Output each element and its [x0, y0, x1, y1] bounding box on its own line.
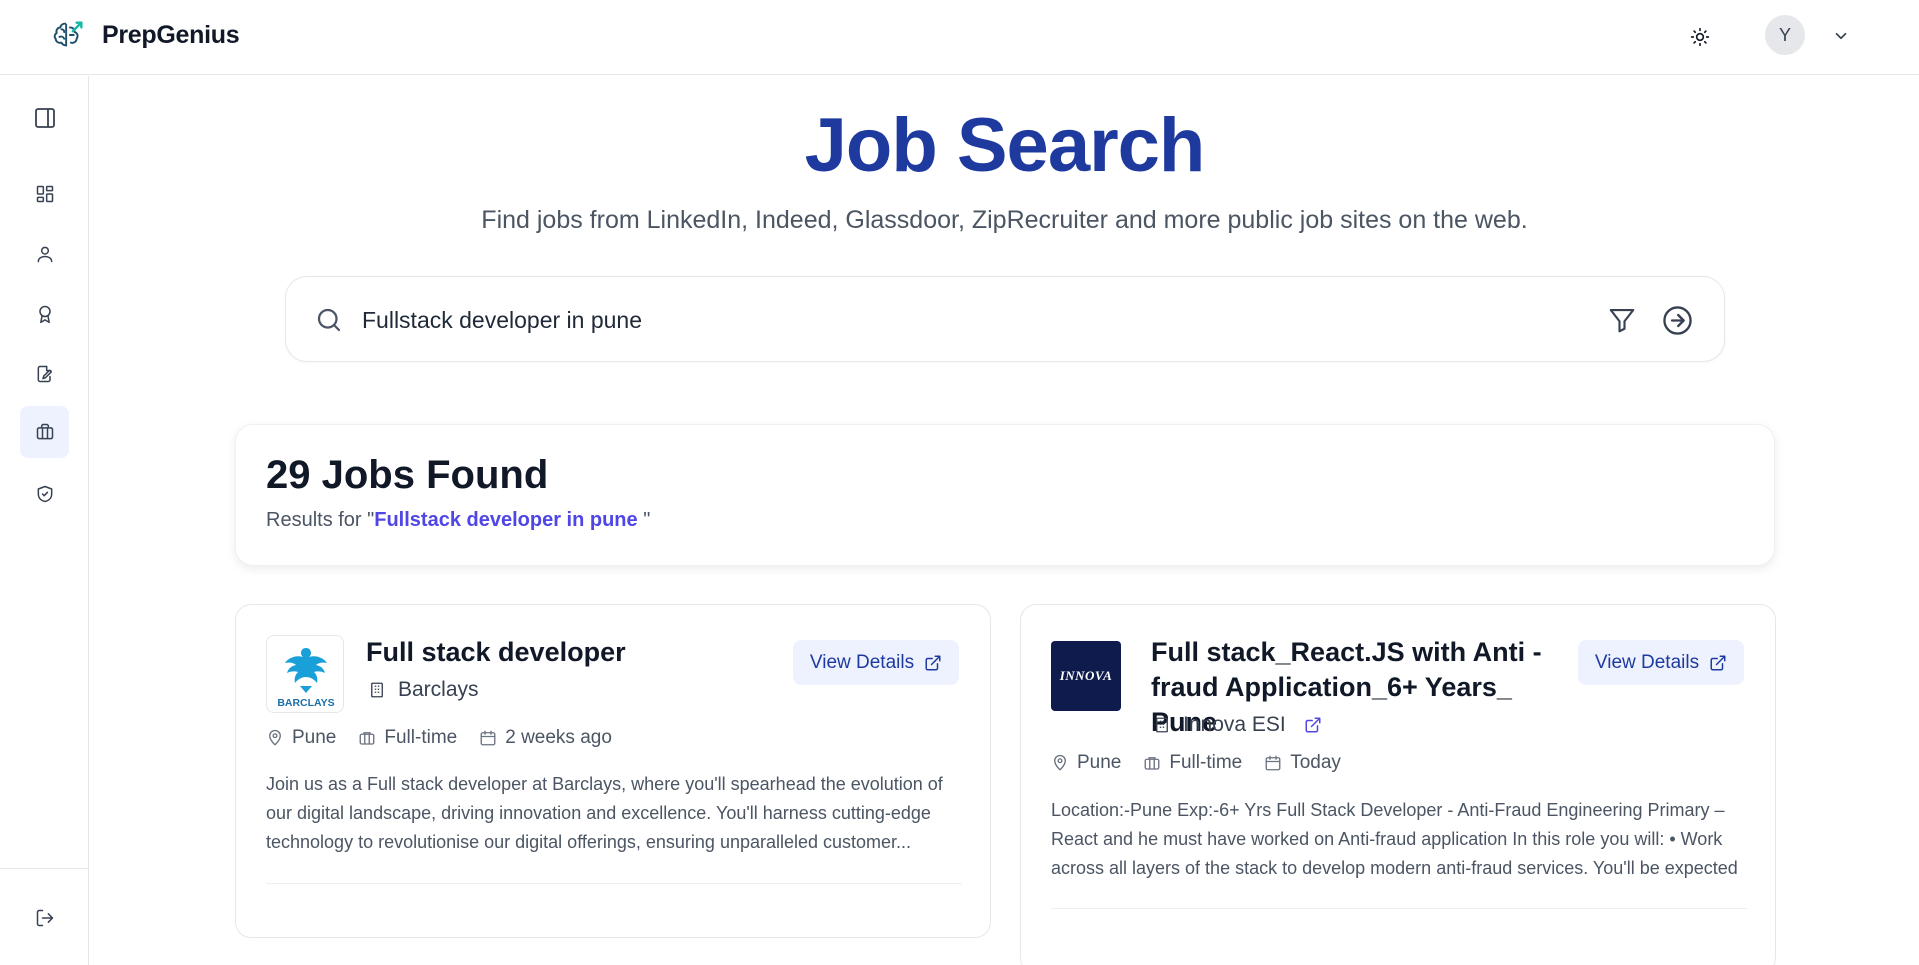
panel-left-icon	[34, 108, 55, 128]
logout-icon	[36, 909, 53, 927]
job-location-text: Pune	[292, 727, 337, 748]
sidebar	[0, 76, 89, 965]
shield-check-icon	[37, 485, 52, 503]
search-input[interactable]	[362, 299, 1562, 341]
view-details-label: View Details	[1594, 651, 1700, 673]
main-content: Job Search Find jobs from LinkedIn, Inde…	[90, 76, 1919, 965]
map-pin-icon	[1054, 754, 1066, 771]
search-icon	[317, 308, 341, 332]
search-bar	[285, 276, 1725, 362]
sidebar-item-dashboard[interactable]	[20, 168, 69, 220]
sidebar-divider	[0, 868, 89, 869]
results-count: 29 Jobs Found	[266, 453, 549, 497]
sidebar-item-profile[interactable]	[20, 228, 69, 280]
external-link-icon	[1710, 655, 1726, 670]
job-meta: Pune Full-time 2 weeks ago	[266, 727, 634, 749]
brand[interactable]: PrepGenius	[50, 16, 240, 54]
results-query-text: Results for "Fullstack developer in pune…	[266, 509, 650, 532]
eagle-logo-icon: BARCLAYS	[277, 648, 335, 709]
job-posted-text: Today	[1290, 752, 1341, 773]
chevron-down-icon	[1835, 32, 1847, 40]
sidebar-toggle-button[interactable]	[20, 92, 69, 144]
user-avatar[interactable]: Y	[1765, 15, 1805, 55]
job-location-text: Pune	[1077, 752, 1122, 773]
company-logo: INNOVA	[1051, 641, 1121, 711]
briefcase-icon	[36, 423, 53, 440]
calendar-icon	[480, 730, 496, 746]
building-icon	[1156, 717, 1168, 733]
sidebar-item-security[interactable]	[20, 468, 69, 520]
job-location: Pune	[1051, 752, 1121, 774]
job-title[interactable]: Full stack developer	[366, 635, 786, 670]
map-pin-icon	[269, 729, 281, 746]
job-description: Location:-Pune Exp:-6+ Yrs Full Stack De…	[1051, 800, 1738, 878]
card-divider	[266, 883, 962, 884]
job-card[interactable]: BARCLAYS Full stack developer Barclays V…	[235, 604, 991, 938]
job-type: Full-time	[1143, 752, 1242, 774]
brand-name: PrepGenius	[102, 20, 240, 49]
sidebar-item-jobs[interactable]	[20, 406, 69, 458]
top-bar: PrepGenius Y	[0, 0, 1919, 75]
filter-icon[interactable]	[1607, 305, 1637, 335]
company-row: Barclays	[368, 678, 479, 702]
external-link-icon	[925, 655, 941, 670]
building-icon	[371, 682, 383, 698]
award-icon	[38, 305, 51, 324]
results-summary-card: 29 Jobs Found Results for "Fullstack dev…	[235, 424, 1775, 566]
results-prefix: Results for "	[266, 509, 375, 531]
job-location: Pune	[266, 727, 336, 749]
view-details-button[interactable]: View Details	[793, 640, 959, 685]
company-row: Innova ESI	[1153, 713, 1322, 737]
user-icon	[37, 246, 52, 263]
theme-toggle-button[interactable]	[1685, 22, 1715, 52]
calendar-icon	[1265, 755, 1281, 771]
building-icon	[1144, 757, 1160, 770]
dashboard-icon	[36, 185, 53, 203]
job-meta: Pune Full-time Today	[1051, 752, 1363, 774]
company-logo: BARCLAYS	[266, 635, 344, 713]
page-subtitle: Find jobs from LinkedIn, Indeed, Glassdo…	[481, 206, 1528, 234]
job-description: Join us as a Full stack developer at Bar…	[266, 774, 943, 852]
company-name: Innova ESI	[1183, 713, 1286, 736]
job-type: Full-time	[358, 727, 457, 749]
company-logo-text: INNOVA	[1059, 668, 1113, 683]
sidebar-item-resume[interactable]	[20, 348, 69, 400]
company-name: Barclays	[398, 678, 479, 701]
results-suffix: "	[637, 509, 651, 531]
card-divider	[1051, 908, 1747, 909]
logout-button[interactable]	[20, 892, 69, 944]
job-posted: 2 weeks ago	[479, 727, 612, 749]
job-card[interactable]: INNOVA Full stack_React.JS with Anti - f…	[1020, 604, 1776, 965]
external-link-icon[interactable]	[1304, 716, 1322, 734]
user-menu-button[interactable]	[1828, 23, 1854, 49]
job-posted: Today	[1264, 752, 1341, 774]
sun-icon	[1690, 27, 1710, 47]
job-type-text: Full-time	[384, 727, 458, 748]
file-edit-icon	[37, 365, 52, 383]
page-title: Job Search	[804, 103, 1206, 188]
search-submit-button[interactable]	[1661, 304, 1694, 337]
brain-logo-icon	[53, 21, 83, 47]
job-posted-text: 2 weeks ago	[505, 727, 612, 748]
view-details-label: View Details	[809, 651, 915, 673]
sidebar-item-skills[interactable]	[20, 288, 69, 340]
svg-text:BARCLAYS: BARCLAYS	[277, 697, 334, 709]
building-icon	[359, 732, 375, 745]
view-details-button[interactable]: View Details	[1578, 640, 1744, 685]
results-query: Fullstack developer in pune	[374, 509, 638, 531]
job-type-text: Full-time	[1169, 752, 1243, 773]
